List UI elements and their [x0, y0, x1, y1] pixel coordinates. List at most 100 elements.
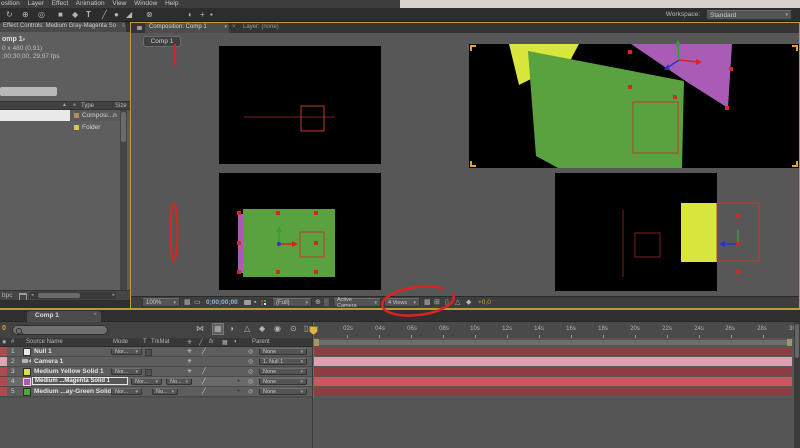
- channels-icon[interactable]: [261, 300, 269, 305]
- scroll-right-icon[interactable]: ▸: [112, 292, 115, 298]
- tab-composition[interactable]: Composition: Comp 1 ▾: [145, 23, 229, 33]
- orbit-camera-tool-icon[interactable]: ⊕: [22, 10, 29, 20]
- fast-preview-icon[interactable]: ◆: [466, 298, 471, 308]
- column-header-mode[interactable]: Mode: [113, 339, 128, 345]
- grid-guides-icon[interactable]: ▦: [184, 298, 191, 308]
- parent-pickwhip-icon[interactable]: ◎: [248, 368, 253, 375]
- draft-3d-icon[interactable]: ◑: [229, 324, 234, 334]
- rect-tool-icon[interactable]: ■: [58, 10, 63, 20]
- parent-dropdown[interactable]: None ▾: [259, 368, 307, 375]
- film-icon[interactable]: ▯: [445, 298, 449, 308]
- collapse-switch-icon[interactable]: ✳: [187, 368, 192, 375]
- layer-name[interactable]: Null 1: [34, 348, 52, 355]
- project-item-folder[interactable]: Folder: [0, 122, 118, 133]
- tab-layer[interactable]: Layer: (none): [243, 24, 279, 30]
- layer-row[interactable]: 5 Medium ...ay-Green Solid 1 Nor... ▾ No…: [0, 387, 312, 397]
- project-item-composition[interactable]: Composi...n ⊞: [0, 110, 130, 121]
- parent-dropdown[interactable]: None ▾: [259, 388, 307, 395]
- view-layout-dropdown[interactable]: 4 Views ▾: [384, 298, 420, 307]
- pixel-aspect-icon[interactable]: △: [455, 298, 460, 308]
- parent-pickwhip-icon[interactable]: ◎: [248, 388, 253, 395]
- blend-mode-dropdown[interactable]: Nor... ▾: [111, 348, 142, 355]
- label-color-chip[interactable]: [0, 347, 7, 356]
- scrollbar-thumb[interactable]: [121, 112, 126, 142]
- scrollbar-thumb[interactable]: [795, 324, 799, 358]
- project-horizontal-scrollbar[interactable]: ◂ ▸: [30, 292, 116, 299]
- rotation-tool-icon[interactable]: ↻: [6, 10, 13, 20]
- axis-gizmo[interactable]: [719, 230, 740, 247]
- blend-mode-dropdown[interactable]: Nor... ▾: [111, 388, 142, 395]
- column-header-number[interactable]: #: [11, 339, 14, 345]
- layer-duration-bar[interactable]: [313, 387, 792, 396]
- snap-icon[interactable]: +: [200, 10, 205, 20]
- label-color-chip[interactable]: [0, 387, 7, 396]
- parent-dropdown[interactable]: None ▾: [259, 378, 307, 385]
- layer-duration-bar[interactable]: [313, 357, 792, 366]
- quality-switch-icon[interactable]: ╱: [202, 378, 206, 385]
- menu-item-help[interactable]: Help: [165, 0, 178, 7]
- brush-tool-icon[interactable]: ╱: [102, 10, 107, 20]
- in-out-icon[interactable]: ⋈: [196, 324, 204, 334]
- layer-name-edit-box[interactable]: Medium ...Magenta Solid 1: [32, 377, 128, 385]
- region-of-interest-icon[interactable]: ▭: [194, 298, 201, 308]
- menu-item-view[interactable]: View: [112, 0, 126, 7]
- eraser-tool-icon[interactable]: ◢: [126, 10, 132, 20]
- column-header-size[interactable]: Size: [115, 103, 127, 109]
- hide-shy-icon[interactable]: △: [244, 324, 250, 334]
- transparency-grid-icon[interactable]: ▒: [324, 298, 329, 308]
- green-solid-front[interactable]: [243, 209, 335, 277]
- blend-mode-dropdown[interactable]: Nor... ▾: [131, 378, 162, 385]
- menu-item-window[interactable]: Window: [134, 0, 157, 7]
- yellow-solid-side[interactable]: [681, 203, 717, 262]
- parent-pickwhip-icon[interactable]: ◎: [248, 358, 253, 365]
- motion-blur-switch-icon[interactable]: ●: [237, 378, 240, 384]
- layer-duration-bar[interactable]: [313, 367, 792, 376]
- exposure-value[interactable]: +0,0: [478, 299, 491, 306]
- collapse-switch-icon[interactable]: ✳: [187, 348, 192, 355]
- bpc-label[interactable]: bpc: [2, 292, 12, 299]
- menu-item-composition[interactable]: osition: [1, 0, 20, 7]
- track-matte-dropdown[interactable]: No... ▾: [166, 378, 192, 385]
- snapshot-camera-icon[interactable]: [244, 300, 251, 305]
- layer-duration-bar[interactable]: [313, 377, 792, 386]
- viewport-top-view[interactable]: [219, 46, 381, 164]
- parent-pickwhip-icon[interactable]: ◎: [248, 378, 253, 385]
- motion-blur-switch-icon[interactable]: ●: [237, 388, 240, 394]
- column-header-parent[interactable]: Parent: [252, 339, 270, 345]
- menu-item-layer[interactable]: Layer: [28, 0, 44, 7]
- graph-editor-icon[interactable]: ▯: [304, 324, 308, 334]
- column-header-t[interactable]: T: [143, 339, 147, 345]
- workspace-dropdown[interactable]: Standard ▾: [706, 10, 792, 20]
- timeline-timecode[interactable]: 0: [2, 325, 6, 332]
- layer-name[interactable]: Medium Yellow Solid 1: [34, 368, 104, 375]
- pen-tool-icon[interactable]: ◆: [72, 10, 78, 20]
- track-matte-dropdown[interactable]: No... ▾: [152, 388, 178, 395]
- sort-ascending-icon[interactable]: ▲: [62, 102, 67, 108]
- panel-menu-icon[interactable]: ≡: [121, 23, 125, 29]
- type-tool-icon[interactable]: T: [86, 10, 91, 20]
- layer-name[interactable]: Camera 1: [34, 358, 63, 365]
- label-color-chip[interactable]: [0, 367, 7, 376]
- lock-icon[interactable]: [137, 26, 142, 30]
- column-header-type[interactable]: Type: [81, 103, 94, 109]
- label-color-chip[interactable]: [0, 357, 7, 366]
- preserve-transparency-checkbox[interactable]: [145, 369, 152, 376]
- parent-pickwhip-icon[interactable]: ◎: [248, 348, 253, 355]
- target-region-icon[interactable]: ⊕: [315, 298, 321, 308]
- tab-timeline-comp1[interactable]: Comp 1 ×: [27, 311, 101, 322]
- parent-dropdown[interactable]: None ▾: [259, 348, 307, 355]
- show-snapshot-icon[interactable]: ▪: [254, 298, 256, 308]
- layer-row[interactable]: 3 Medium Yellow Solid 1 Nor... ▾ ✳ ╱ ◎ N…: [0, 367, 312, 377]
- time-ruler[interactable]: 02s 04s 06s 08s 10s 12s 14s 16s 18s 20s …: [312, 322, 794, 338]
- brainstorm-icon[interactable]: ⊙: [290, 324, 297, 334]
- scroll-left-icon[interactable]: ◂: [31, 292, 34, 298]
- quality-switch-icon[interactable]: ╱: [202, 388, 206, 395]
- pixel-preview-icon[interactable]: ◐: [188, 10, 193, 20]
- quality-switch-icon[interactable]: ╱: [202, 368, 206, 375]
- toggle-mask-path-icon[interactable]: ⊞: [434, 298, 440, 308]
- work-area-start-handle[interactable]: [314, 339, 319, 346]
- menu-item-effect[interactable]: Effect: [52, 0, 69, 7]
- track-camera-tool-icon[interactable]: ◎: [38, 10, 45, 20]
- project-vertical-scrollbar[interactable]: [120, 110, 127, 290]
- share-view-options-icon[interactable]: ▦: [424, 298, 431, 308]
